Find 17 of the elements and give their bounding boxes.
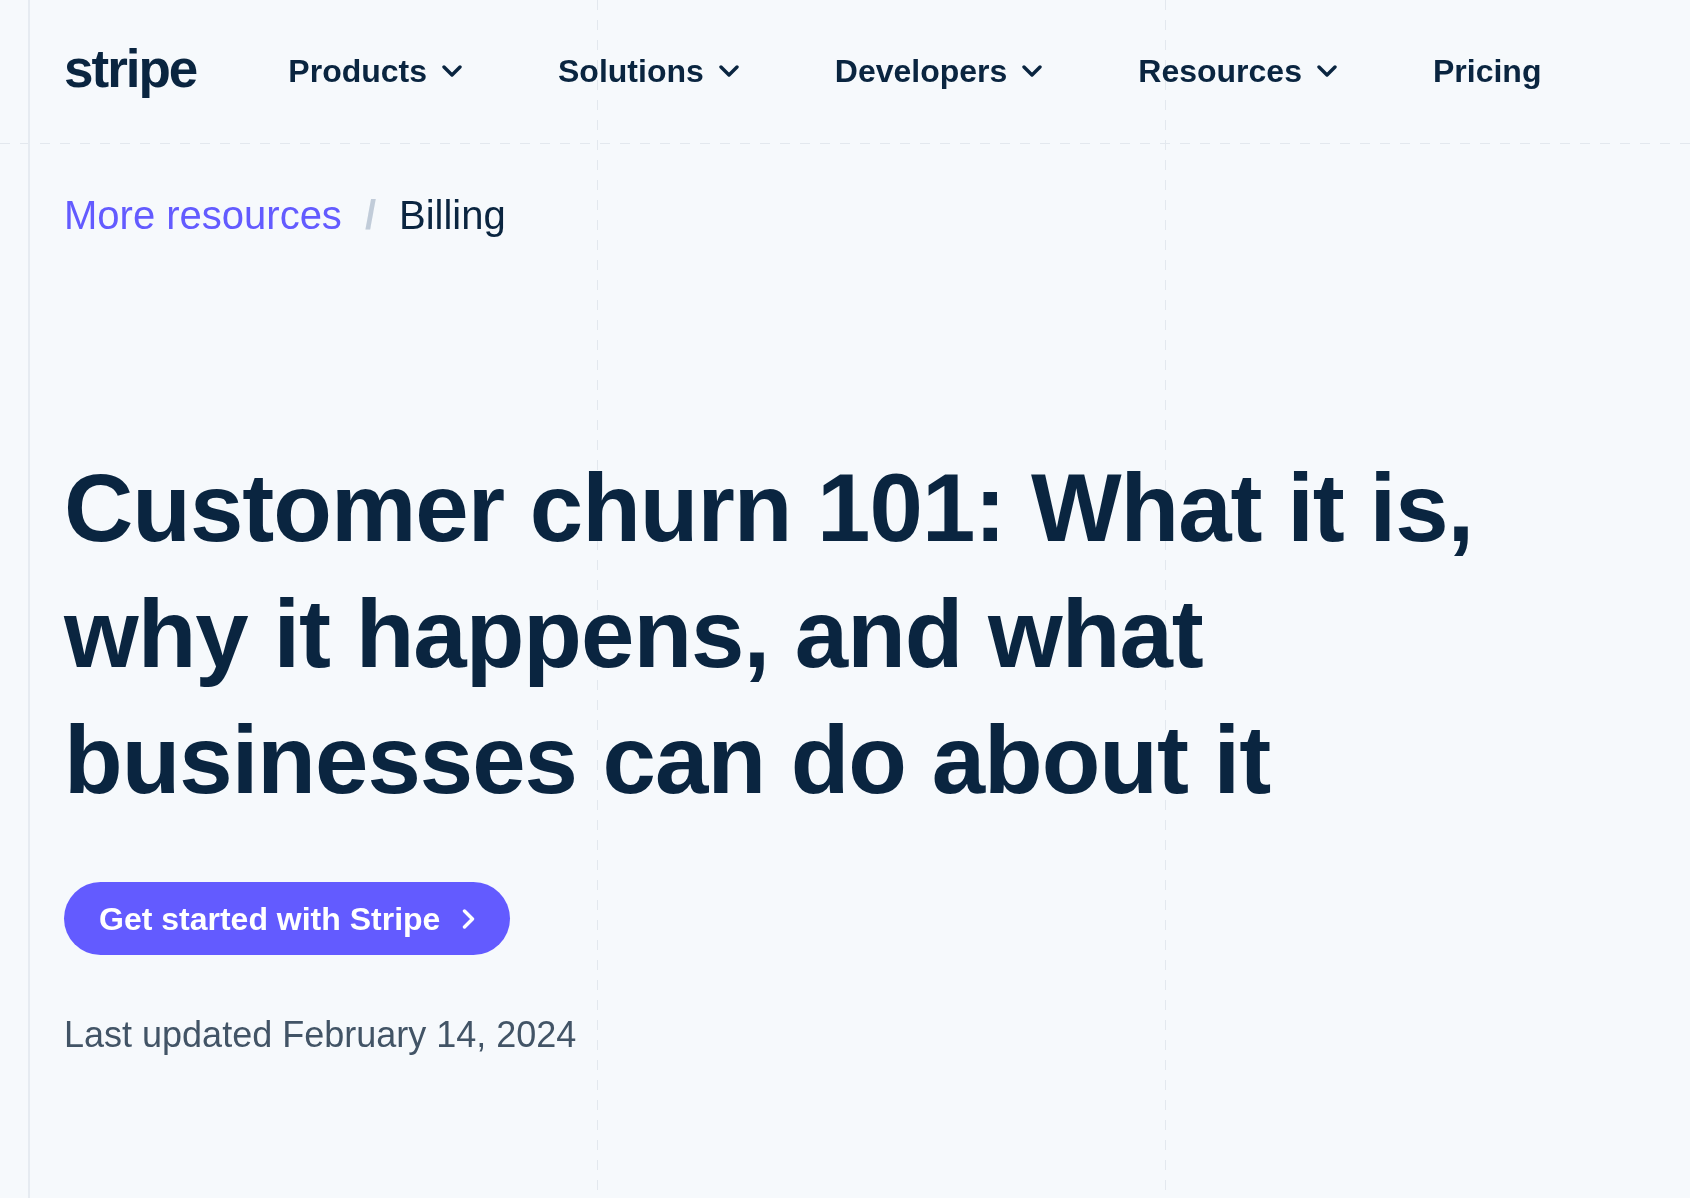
- logo[interactable]: stripe: [64, 42, 199, 101]
- nav-link[interactable]: Pricing: [1432, 52, 1542, 91]
- nav-menu-item[interactable]: Solutions: [558, 52, 739, 91]
- chevron-down-icon: [718, 65, 739, 78]
- last-updated-date: Last updated February 14, 2024: [64, 1013, 577, 1057]
- nav-menu-item[interactable]: Products: [288, 52, 462, 91]
- chevron-down-icon: [442, 65, 462, 78]
- get-started-button[interactable]: Get started with Stripe: [64, 882, 511, 955]
- breadcrumb-separator: /: [364, 192, 376, 238]
- nav-menu-item[interactable]: Resources: [1138, 52, 1337, 91]
- breadcrumb-current: Billing: [399, 192, 506, 238]
- nav-menu-item[interactable]: Developers: [834, 52, 1043, 91]
- chevron-down-icon: [1316, 65, 1337, 78]
- chevron-right-icon: [462, 908, 476, 929]
- article-title: Customer churn 101: What it is, why it happens, and what businesses can do about it: [64, 453, 1475, 815]
- breadcrumb-link[interactable]: More resources: [64, 192, 342, 238]
- chevron-down-icon: [1022, 65, 1043, 78]
